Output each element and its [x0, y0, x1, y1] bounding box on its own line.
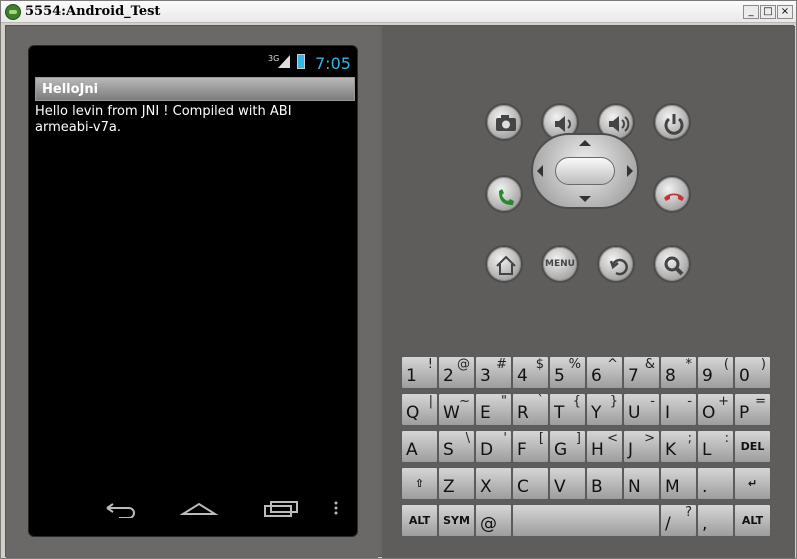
- power-button[interactable]: [653, 103, 691, 141]
- key-y[interactable]: Y}: [586, 393, 623, 426]
- key-b[interactable]: B: [586, 467, 623, 500]
- key-c[interactable]: C: [512, 467, 549, 500]
- key-m[interactable]: M: [660, 467, 697, 500]
- key-6[interactable]: 6 ^: [586, 356, 623, 389]
- key-2[interactable]: 2 @: [438, 356, 475, 389]
- call-icon: [499, 189, 514, 205]
- search-button[interactable]: [653, 245, 691, 283]
- app-message: Hello levin from JNI ! Compiled with ABI…: [35, 104, 292, 135]
- maximize-button[interactable]: □: [760, 5, 776, 19]
- home-icon: [496, 255, 516, 275]
- key-d[interactable]: D ': [475, 430, 512, 463]
- back-icon[interactable]: [99, 498, 139, 518]
- key-alt-right[interactable]: ALT: [734, 504, 771, 537]
- status-bar: 3G 7:05: [29, 46, 357, 74]
- home-icon[interactable]: [179, 498, 219, 518]
- key-enter[interactable]: ↵: [734, 467, 771, 500]
- key-alt-left[interactable]: ALT: [401, 504, 438, 537]
- battery-icon: [297, 54, 305, 69]
- device-screen[interactable]: 3G 7:05 HelloJni Hello levin from JNI ! …: [28, 45, 358, 537]
- title-bar: 5554:Android_Test _ □ ×: [1, 1, 796, 23]
- key-a[interactable]: A: [401, 430, 438, 463]
- key-g[interactable]: G]: [549, 430, 586, 463]
- dpad[interactable]: [531, 133, 639, 209]
- key-period[interactable]: .: [697, 467, 734, 500]
- key-5[interactable]: 5%: [549, 356, 586, 389]
- app-action-bar: HelloJni: [35, 77, 355, 101]
- key-i[interactable]: I-: [660, 393, 697, 426]
- dpad-center-button[interactable]: [555, 157, 615, 185]
- key-comma[interactable]: ,: [697, 504, 734, 537]
- key-7[interactable]: 7 &: [623, 356, 660, 389]
- end-call-icon: [664, 193, 684, 201]
- status-clock: 7:05: [315, 54, 351, 73]
- key-shift[interactable]: ⇧: [401, 467, 438, 500]
- key-0[interactable]: 0): [734, 356, 771, 389]
- key-8[interactable]: 8 *: [660, 356, 697, 389]
- recent-apps-icon[interactable]: [261, 498, 301, 518]
- key-9[interactable]: 9(: [697, 356, 734, 389]
- key-k[interactable]: K;: [660, 430, 697, 463]
- key-4[interactable]: 4 $: [512, 356, 549, 389]
- key-t[interactable]: T{: [549, 393, 586, 426]
- search-icon: [664, 256, 684, 276]
- key-q[interactable]: Q |: [401, 393, 438, 426]
- close-button[interactable]: ×: [777, 5, 793, 19]
- device-panel: 3G 7:05 HelloJni Hello levin from JNI ! …: [6, 26, 378, 558]
- key-z[interactable]: Z: [438, 467, 475, 500]
- device-navigation-bar: [29, 494, 357, 522]
- call-button[interactable]: [485, 175, 523, 213]
- menu-label: MENU: [545, 259, 575, 269]
- end-call-button[interactable]: [653, 175, 691, 213]
- key-r[interactable]: R `: [512, 393, 549, 426]
- key-x[interactable]: X: [475, 467, 512, 500]
- key-3[interactable]: 3 #: [475, 356, 512, 389]
- key-del[interactable]: DEL: [734, 430, 771, 463]
- key-s[interactable]: S \: [438, 430, 475, 463]
- emulator-window: 5554:Android_Test _ □ × 3G 7:05 HelloJni…: [0, 0, 797, 559]
- key-slash[interactable]: /?: [660, 504, 697, 537]
- camera-button[interactable]: [485, 103, 523, 141]
- key-u[interactable]: U-: [623, 393, 660, 426]
- key-p[interactable]: P =: [734, 393, 771, 426]
- home-button[interactable]: [485, 245, 523, 283]
- key-v[interactable]: V: [549, 467, 586, 500]
- key-j[interactable]: J >: [623, 430, 660, 463]
- window-title: 5554:Android_Test: [25, 4, 161, 19]
- key-e[interactable]: E ": [475, 393, 512, 426]
- key-sym[interactable]: SYM: [438, 504, 475, 537]
- key-n[interactable]: N: [623, 467, 660, 500]
- key-at[interactable]: @: [475, 504, 512, 537]
- key-o[interactable]: O +: [697, 393, 734, 426]
- key-h[interactable]: H <: [586, 430, 623, 463]
- signal-icon: [278, 55, 290, 68]
- overflow-menu-icon[interactable]: [331, 500, 341, 516]
- key-1[interactable]: 1!: [401, 356, 438, 389]
- key-f[interactable]: F[: [512, 430, 549, 463]
- key-space[interactable]: [512, 504, 660, 537]
- back-icon: [609, 258, 628, 276]
- menu-button[interactable]: MENU: [541, 245, 579, 283]
- power-icon: [664, 114, 684, 135]
- hardware-keyboard: 1! 2 @ 3 # 4 $ 5% 6 ^ 7 & 8 * 9( 0) Q | W ~ E " R…: [401, 331, 774, 537]
- key-l[interactable]: L:: [697, 430, 734, 463]
- key-w[interactable]: W ~: [438, 393, 475, 426]
- camera-icon: [496, 115, 516, 131]
- back-button[interactable]: [597, 245, 635, 283]
- minimize-button[interactable]: _: [743, 5, 759, 19]
- app-title: HelloJni: [42, 82, 99, 97]
- android-app-icon: [5, 4, 21, 20]
